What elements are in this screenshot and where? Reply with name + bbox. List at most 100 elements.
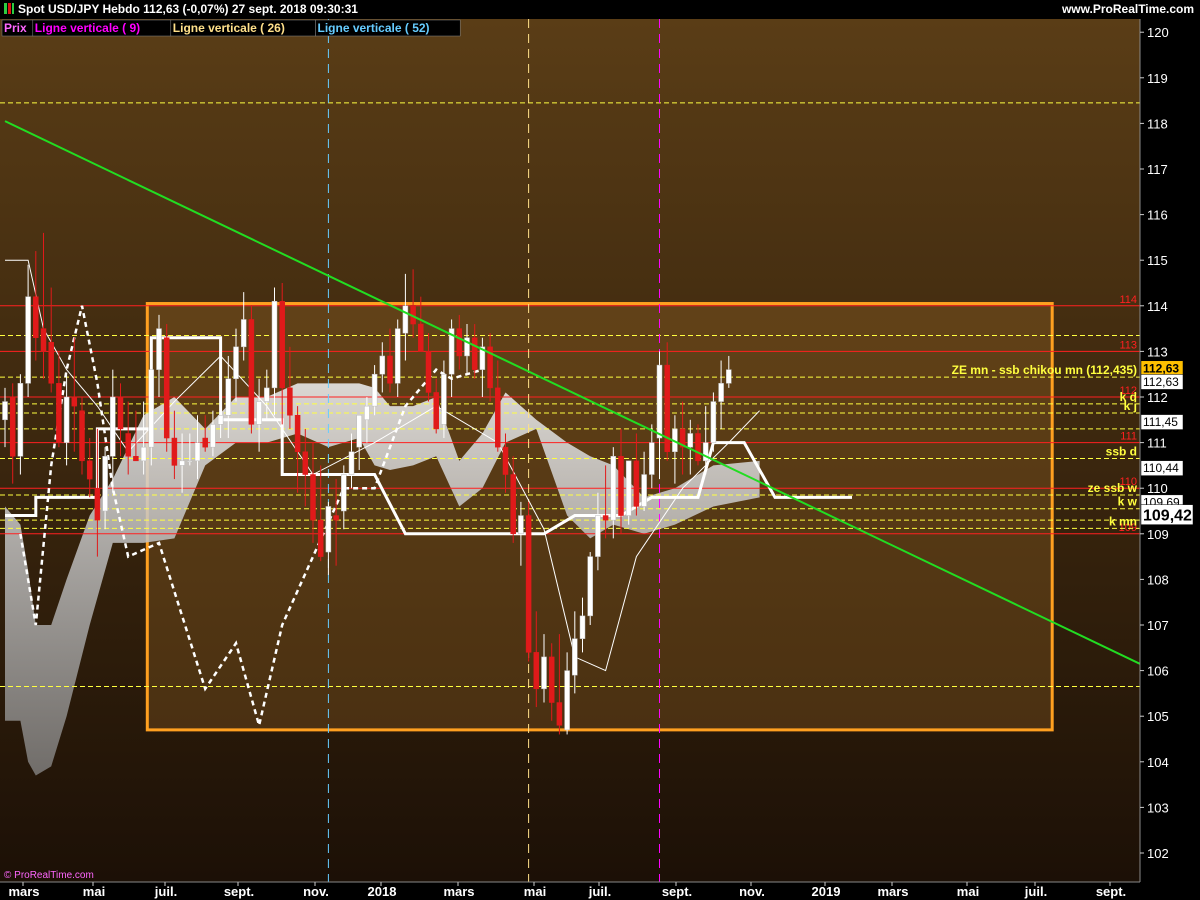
candle-body <box>233 346 239 380</box>
candle-body <box>518 515 524 535</box>
candle-body <box>302 451 309 475</box>
x-tick-label-10: nov. <box>739 884 765 899</box>
candle-body <box>125 433 131 457</box>
x-tick-label-15: sept. <box>1096 884 1126 899</box>
candle-body <box>379 355 386 375</box>
x-tick-label-5: 2018 <box>368 884 397 899</box>
price-label-5: 109,42 <box>1140 504 1194 525</box>
y-tick-label-12: 114 <box>1147 299 1168 314</box>
candle-body <box>133 456 139 462</box>
watermark: © ProRealTime.com <box>4 870 94 881</box>
level-label-0: 114 <box>1119 294 1137 306</box>
candle-body <box>418 323 424 352</box>
candle-body <box>633 460 640 507</box>
candle-body <box>649 442 655 475</box>
candle-body <box>525 515 532 653</box>
candle-body <box>364 405 370 421</box>
candle-body <box>194 442 201 462</box>
candle-body <box>179 460 185 466</box>
candle-body <box>63 396 70 443</box>
candle-body <box>533 652 540 690</box>
candle-body <box>510 474 516 535</box>
candle-body <box>610 456 617 521</box>
price-label-3: 110,44 <box>1140 460 1184 476</box>
x-tick-label-3: sept. <box>224 884 254 899</box>
y-tick-label-10: 112 <box>1147 390 1168 405</box>
candle-body <box>356 414 362 448</box>
candle-body <box>94 487 101 521</box>
candle-68[interactable] <box>525 501 532 662</box>
candle-body <box>140 446 147 462</box>
candle-body <box>602 515 609 521</box>
y-tick-label-9: 111 <box>1147 436 1167 451</box>
candle-body <box>217 414 224 425</box>
candle-body <box>710 401 717 443</box>
candle-body <box>264 387 270 402</box>
candle-body <box>225 378 232 416</box>
candle-body <box>33 296 39 338</box>
candle-body <box>695 433 701 462</box>
y-tick-label-11: 113 <box>1147 344 1168 359</box>
x-tick-label-11: 2019 <box>812 884 841 899</box>
candle-body <box>572 638 578 676</box>
candle-body <box>248 319 255 425</box>
level-label-10: k j <box>1124 399 1137 413</box>
x-tick-label-1: mai <box>83 884 105 899</box>
candle-81[interactable] <box>625 460 632 525</box>
candle-body <box>163 337 170 439</box>
y-tick-label-16: 118 <box>1147 116 1168 131</box>
level-label-3: 111 <box>1120 431 1137 443</box>
candle-body <box>456 328 463 357</box>
candle-body <box>25 296 31 384</box>
candle-body <box>240 319 247 348</box>
y-tick-label-18: 120 <box>1147 25 1169 40</box>
candle-body <box>333 515 339 521</box>
x-tick-label-14: juil. <box>1024 884 1047 899</box>
y-tick-label-15: 117 <box>1147 162 1168 177</box>
y-tick-label-6: 108 <box>1147 572 1169 587</box>
candle-body <box>325 506 332 553</box>
price-label-text: 112,63 <box>1143 375 1179 389</box>
candle-body <box>726 369 732 384</box>
candle-body <box>48 342 54 384</box>
candle-92[interactable] <box>710 392 717 452</box>
candle-body <box>387 355 393 384</box>
candle-body <box>718 383 724 402</box>
candle-76[interactable] <box>587 552 593 625</box>
candle-body <box>371 373 378 407</box>
candle-body <box>117 396 124 430</box>
candle-body <box>625 460 632 516</box>
candle-body <box>156 328 162 370</box>
price-label-text: 112,63 <box>1143 361 1179 375</box>
candle-21[interactable] <box>163 324 170 452</box>
candle-body <box>471 337 478 370</box>
price-label-1: 112,63 <box>1140 374 1184 390</box>
y-tick-label-8: 110 <box>1147 481 1168 496</box>
candle-body <box>210 424 216 448</box>
candle-body <box>2 401 8 421</box>
x-tick-label-13: mai <box>957 884 979 899</box>
price-chart[interactable]: 114 113 112 111 110 109 ZE mn - ssb chikou mn … <box>0 0 1200 900</box>
candle-32[interactable] <box>248 305 255 434</box>
x-tick-label-12: mars <box>877 884 908 899</box>
candle-body <box>556 702 563 726</box>
legend-label-3: Ligne verticale ( 52) <box>318 21 430 35</box>
candle-body <box>495 387 501 448</box>
price-label-text: 111,45 <box>1143 415 1178 429</box>
x-tick-label-9: sept. <box>662 884 692 899</box>
candle-body <box>433 392 439 430</box>
candle-body <box>618 456 624 516</box>
candle-body <box>202 437 208 448</box>
candle-body <box>317 519 324 557</box>
candle-body <box>110 396 116 457</box>
candle-body <box>17 383 24 457</box>
price-label-text: 109,42 <box>1143 508 1192 525</box>
candle-body <box>79 410 85 462</box>
level-label-8: ZE mn - ssb chikou mn (112,435) <box>952 363 1137 377</box>
x-tick-label-0: mars <box>8 884 39 899</box>
candle-body <box>310 474 316 521</box>
y-tick-label-2: 104 <box>1147 755 1169 770</box>
y-tick-label-13: 115 <box>1147 253 1168 268</box>
candle-body <box>595 515 601 557</box>
candle-body <box>9 396 16 457</box>
